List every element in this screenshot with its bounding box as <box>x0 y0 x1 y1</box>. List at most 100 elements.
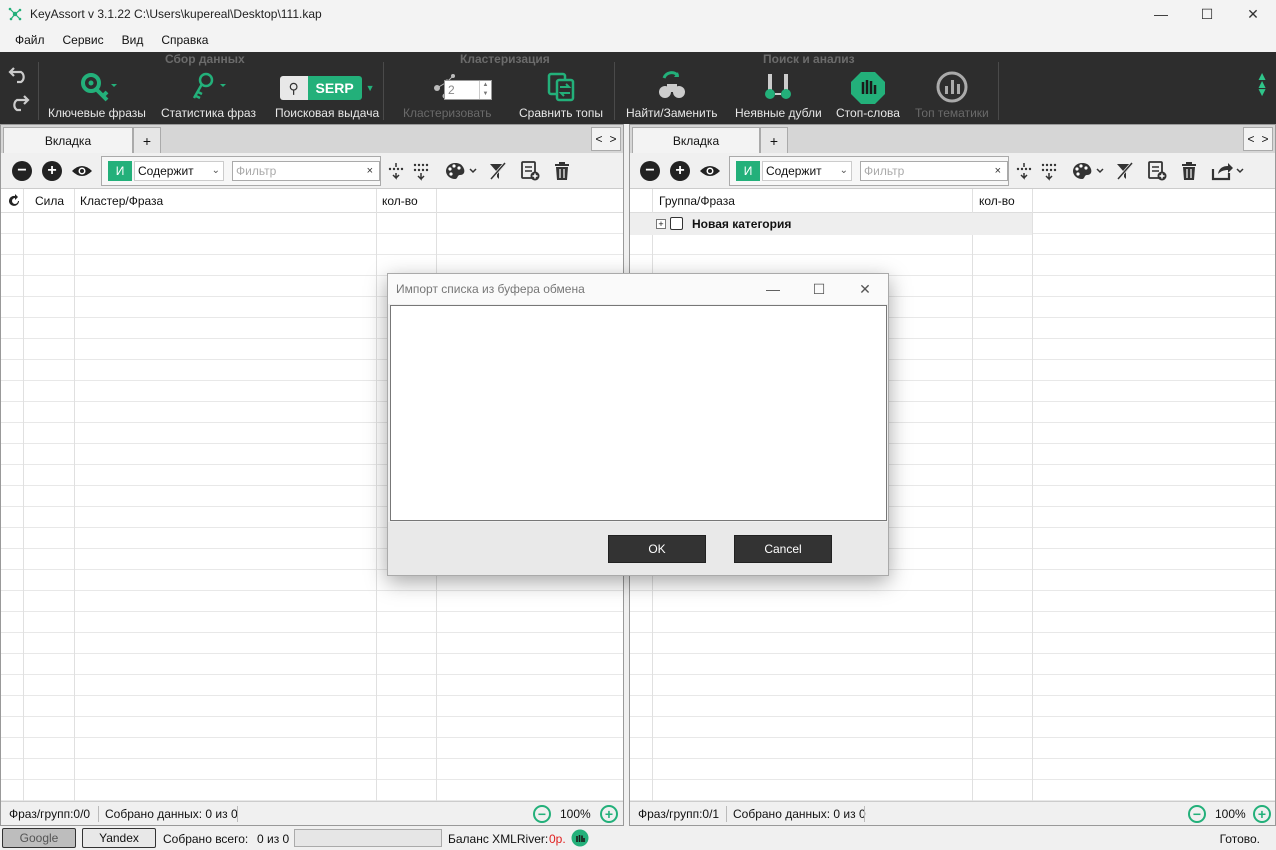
left-status-bar: Фраз/групп:0/0 Собрано данных: 0 из 0 − … <box>1 801 623 825</box>
stop-hand-icon[interactable] <box>570 829 590 847</box>
menu-help[interactable]: Справка <box>152 33 217 47</box>
zoom-out-icon[interactable]: − <box>1188 805 1206 823</box>
implicit-dupes-button[interactable]: Неявные дубли <box>735 70 822 120</box>
stop-hand-icon <box>850 72 885 104</box>
clear-filter-funnel-icon[interactable] <box>487 160 509 182</box>
right-collected: Собрано данных: 0 из 0 <box>733 807 866 821</box>
right-add-tab-button[interactable]: + <box>760 127 788 153</box>
menu-service[interactable]: Сервис <box>54 33 113 47</box>
import-textarea[interactable] <box>390 305 887 521</box>
collapse-all-icon[interactable]: − <box>640 161 660 181</box>
compare-tops-button[interactable]: Сравнить топы <box>519 70 603 120</box>
dialog-minimize-button[interactable]: — <box>750 274 796 304</box>
trash-icon[interactable] <box>1178 160 1200 182</box>
dialog-maximize-button[interactable]: ☐ <box>796 274 842 304</box>
sort-down-icon[interactable] <box>385 160 407 182</box>
cluster-threshold-input[interactable]: 2 ▲ ▼ <box>444 80 492 100</box>
filter-input[interactable]: Фильтр × <box>232 161 380 181</box>
right-grid-header: Группа/Фраза кол-во <box>630 189 1275 213</box>
category-label: Новая категория <box>692 217 792 231</box>
right-tab-nav: < > <box>1243 127 1273 151</box>
eye-icon[interactable] <box>699 160 721 182</box>
sort-list-icon[interactable] <box>411 160 433 182</box>
sort-down-icon[interactable] <box>1013 160 1035 182</box>
app-logo-icon <box>8 7 22 21</box>
col-count[interactable]: кол-во <box>979 194 1015 208</box>
clear-filter-icon[interactable]: × <box>367 162 373 180</box>
menu-view[interactable]: Вид <box>113 33 153 47</box>
refresh-icon[interactable] <box>7 193 23 209</box>
maximize-button[interactable]: ☐ <box>1184 0 1230 28</box>
serp-button[interactable]: ⚲ SERP ▼ Поисковая выдача <box>275 70 379 120</box>
chevron-down-icon: ⌄ <box>839 165 848 176</box>
stop-words-button[interactable]: Стоп-слова <box>836 70 900 120</box>
minimize-button[interactable]: — <box>1138 0 1184 28</box>
zoom-in-icon[interactable]: + <box>1253 805 1271 823</box>
balance-value: 0р. <box>549 832 566 846</box>
right-tab[interactable]: Вкладка <box>632 127 760 153</box>
left-tab-prev[interactable]: < <box>595 132 602 146</box>
left-zoom-level: 100% <box>560 807 591 821</box>
group-title-search: Поиск и анализ <box>763 52 855 66</box>
filter-input[interactable]: Фильтр × <box>860 161 1008 181</box>
clear-filter-icon[interactable]: × <box>995 162 1001 180</box>
expand-node-icon[interactable]: + <box>656 219 666 229</box>
sort-list-icon[interactable] <box>1039 160 1061 182</box>
right-tabstrip: Вкладка + < > <box>630 125 1275 153</box>
right-tab-next[interactable]: > <box>1261 132 1268 146</box>
ribbon: Сбор данных Ключевые фразы Статистика фр… <box>0 52 1276 124</box>
yandex-button[interactable]: Yandex <box>82 828 156 848</box>
balance-label: Баланс XMLRiver: <box>448 832 549 846</box>
col-count[interactable]: кол-во <box>382 194 418 208</box>
undo-icon[interactable] <box>8 64 30 84</box>
col-cluster-phrase[interactable]: Кластер/Фраза <box>80 194 163 208</box>
col-strength[interactable]: Сила <box>35 194 64 208</box>
ok-button[interactable]: OK <box>608 535 706 563</box>
left-add-tab-button[interactable]: + <box>133 127 161 153</box>
chevron-down-icon: ⌄ <box>211 165 220 176</box>
chart-circle-icon <box>936 71 968 103</box>
expand-all-icon[interactable]: + <box>670 161 690 181</box>
phrase-stats-button[interactable]: Статистика фраз <box>161 70 256 120</box>
trash-icon[interactable] <box>551 160 573 182</box>
collected-total-label: Собрано всего: <box>163 832 249 846</box>
collapse-all-icon[interactable]: − <box>12 161 32 181</box>
filter-mode-button[interactable]: И <box>736 161 760 181</box>
collapse-ribbon-icon[interactable]: ▲ ▲ ▼ <box>1256 70 1268 98</box>
zoom-in-icon[interactable]: + <box>600 805 618 823</box>
keywords-button[interactable]: Ключевые фразы <box>48 70 146 120</box>
filter-condition-select[interactable]: Содержит ⌄ <box>762 161 852 181</box>
import-clipboard-dialog: Импорт списка из буфера обмена — ☐ ✕ OK … <box>387 273 889 576</box>
left-filter-box: И Содержит ⌄ Фильтр × <box>101 156 381 186</box>
right-tab-prev[interactable]: < <box>1247 132 1254 146</box>
spin-arrows[interactable]: ▲ ▼ <box>479 81 491 99</box>
menu-file[interactable]: Файл <box>6 33 54 47</box>
category-checkbox[interactable] <box>670 217 683 230</box>
filter-mode-button[interactable]: И <box>108 161 132 181</box>
close-button[interactable]: ✕ <box>1230 0 1276 28</box>
status-text: Готово. <box>1219 832 1260 846</box>
cancel-button[interactable]: Cancel <box>734 535 832 563</box>
progress-bar <box>294 829 442 847</box>
zoom-out-icon[interactable]: − <box>533 805 551 823</box>
export-icon[interactable] <box>1210 160 1246 182</box>
add-list-icon[interactable] <box>1146 160 1168 182</box>
left-tab-next[interactable]: > <box>609 132 616 146</box>
right-filter-box: И Содержит ⌄ Фильтр × <box>729 156 1009 186</box>
palette-icon[interactable] <box>443 160 479 182</box>
category-row[interactable]: + Новая категория <box>630 213 1032 235</box>
eye-icon[interactable] <box>71 160 93 182</box>
dialog-close-button[interactable]: ✕ <box>842 274 888 304</box>
col-group-phrase[interactable]: Группа/Фраза <box>659 194 735 208</box>
add-list-icon[interactable] <box>519 160 541 182</box>
palette-icon[interactable] <box>1070 160 1106 182</box>
expand-all-icon[interactable]: + <box>42 161 62 181</box>
google-button[interactable]: Google <box>2 828 76 848</box>
clear-filter-funnel-icon[interactable] <box>1114 160 1136 182</box>
left-tab[interactable]: Вкладка <box>3 127 133 153</box>
redo-icon[interactable] <box>8 92 30 112</box>
find-replace-button[interactable]: Найти/Заменить <box>626 70 718 120</box>
filter-condition-select[interactable]: Содержит ⌄ <box>134 161 224 181</box>
window-title: KeyAssort v 3.1.22 C:\Users\kupereal\Des… <box>30 7 322 21</box>
bottom-bar: Google Yandex Собрано всего: 0 из 0 Бала… <box>0 826 1276 850</box>
